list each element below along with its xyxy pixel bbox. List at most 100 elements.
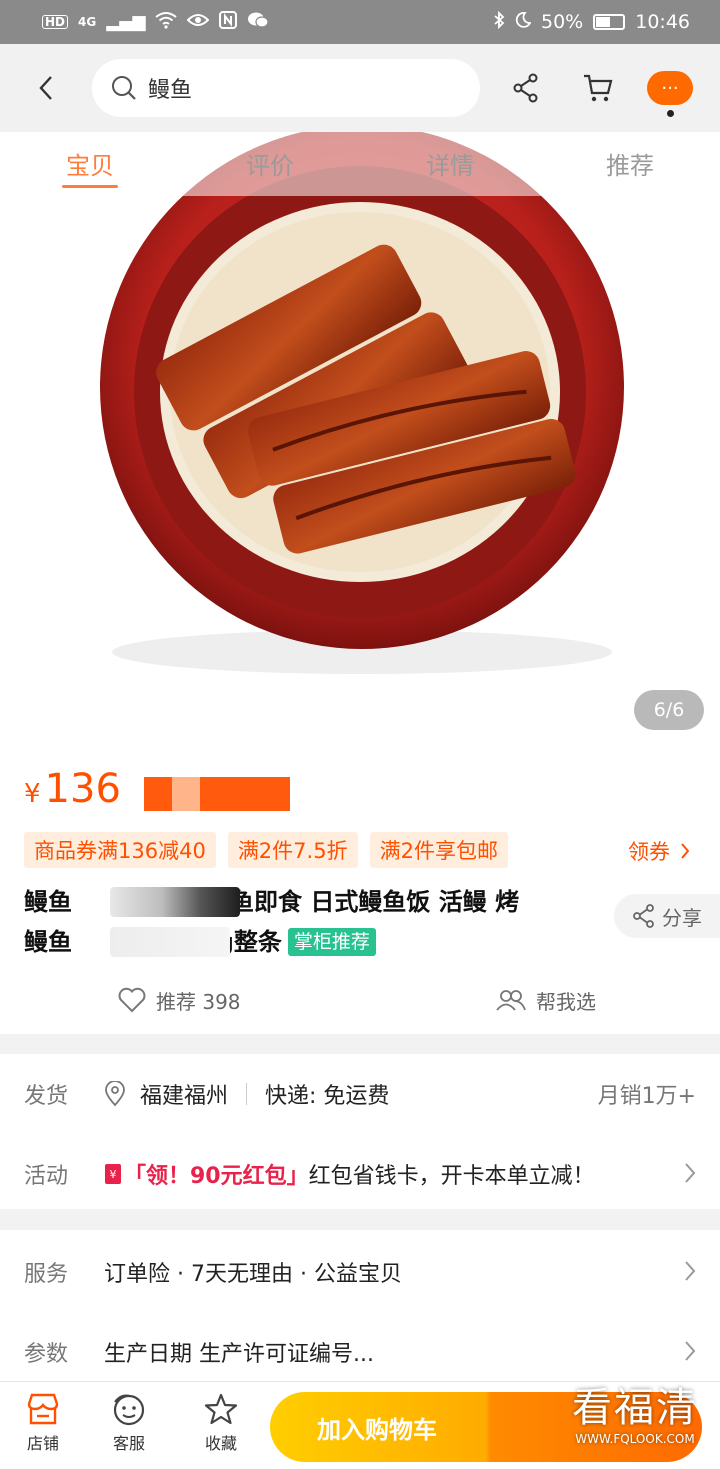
signal-icon: ▂▄▆ — [106, 11, 146, 32]
redacted-price-tag — [144, 777, 290, 811]
store-icon — [27, 1393, 59, 1425]
network-label: 4G — [78, 15, 97, 29]
search-query: 鳗鱼 — [148, 78, 193, 103]
recommend-button[interactable]: 推荐 398 — [118, 980, 241, 1020]
shopkeeper-recommend-badge: 掌柜推荐 — [287, 928, 376, 956]
share-nav-button[interactable] — [490, 44, 562, 132]
favorite-button[interactable]: 收藏 — [186, 1392, 256, 1454]
back-button[interactable] — [0, 44, 92, 132]
product-title: 鳗鱼 鳗鱼即食 日式鳗鱼饭 活鳗 烤 鳗鱼 0g整条 掌柜推荐 — [24, 882, 599, 962]
price-value: 136 — [44, 766, 121, 812]
add-to-cart-label: 加入购物车 — [317, 1415, 437, 1444]
bluetooth-icon — [493, 10, 505, 33]
status-left: HD 4G ▂▄▆ — [42, 11, 270, 33]
share-icon — [513, 73, 538, 103]
watermark-url: WWW.FQLOOK.COM — [575, 1432, 695, 1446]
wifi-icon — [155, 11, 178, 33]
service-row[interactable]: 服务 订单险 · 7天无理由 · 公益宝贝 — [0, 1232, 720, 1312]
product-info: ¥ 136 商品券满136减40 满2件7.5折 满2件享包邮 领券 鳗鱼 鳗鱼即… — [0, 752, 720, 1034]
product-image — [100, 132, 624, 674]
customer-service-label: 客服 — [112, 1434, 145, 1453]
moon-icon — [515, 12, 532, 32]
monthly-sales: 月销1万+ — [597, 1084, 696, 1109]
divider — [246, 1083, 248, 1105]
service-card: 服务 订单险 · 7天无理由 · 公益宝贝 参数 生产日期 生产许可证编号... — [0, 1230, 720, 1381]
customer-service-button[interactable]: 客服 — [94, 1392, 164, 1454]
share-icon — [633, 904, 654, 928]
params-text: 生产日期 生产许可证编号... — [104, 1342, 374, 1367]
tab-recommend[interactable]: 推荐 — [540, 132, 720, 196]
status-bar: HD 4G ▂▄▆ 50% 10:46 — [0, 0, 720, 44]
top-nav: 鳗鱼 ··· — [0, 44, 720, 132]
more-dots-icon: ··· — [647, 71, 693, 117]
help-me-choose-button[interactable]: 帮我选 — [496, 980, 596, 1020]
title-line2-start: 鳗鱼 — [24, 928, 72, 956]
hd-icon: HD — [42, 15, 69, 29]
clock: 10:46 — [635, 11, 690, 33]
recommend-count: 推荐 398 — [156, 989, 241, 1014]
shipping-fee: 快递: 免运费 — [265, 1084, 390, 1109]
chevron-right-icon — [681, 843, 690, 859]
battery-icon — [593, 14, 626, 30]
service-label: 服务 — [24, 1262, 69, 1287]
params-row[interactable]: 参数 生产日期 生产许可证编号... — [0, 1312, 720, 1392]
watermark-text: 看福清 — [572, 1385, 698, 1431]
share-label: 分享 — [662, 905, 702, 930]
chevron-right-icon — [685, 1163, 696, 1183]
more-button[interactable]: ··· — [634, 44, 706, 132]
activity-label: 活动 — [24, 1164, 69, 1189]
wechat-icon — [247, 11, 270, 33]
store-label: 店铺 — [26, 1434, 59, 1453]
watermark-logo: 看福清 WWW.FQLOOK.COM — [572, 1384, 698, 1446]
tab-reviews[interactable]: 评价 — [180, 132, 360, 196]
params-label: 参数 — [24, 1342, 69, 1367]
promo-chip[interactable]: 满2件7.5折 — [227, 832, 358, 868]
heart-icon — [118, 987, 146, 1013]
activity-row[interactable]: 活动 ¥ 「领！90元红包」 红包省钱卡，开卡本单立减！ — [0, 1134, 720, 1214]
chevron-right-icon — [685, 1341, 696, 1361]
cart-icon — [584, 74, 613, 102]
product-gallery[interactable]: 宝贝 评价 详情 推荐 6/6 — [0, 132, 720, 752]
get-coupon-link[interactable]: 领券 — [628, 836, 690, 866]
promo-chips: 商品券满136减40 满2件7.5折 满2件享包邮 — [24, 832, 508, 868]
help-label: 帮我选 — [536, 989, 596, 1014]
blurred-text — [110, 927, 230, 957]
star-icon — [204, 1393, 238, 1425]
promo-chip[interactable]: 商品券满136减40 — [24, 832, 216, 868]
blurred-text — [110, 887, 240, 917]
store-button[interactable]: 店铺 — [8, 1392, 78, 1454]
search-input[interactable]: 鳗鱼 — [92, 59, 480, 117]
shipping-card: 发货 福建福州 快递: 免运费 月销1万+ 活动 ¥ 「领！90元红包」 红包省… — [0, 1054, 720, 1209]
status-right: 50% 10:46 — [493, 10, 690, 33]
gallery-counter: 6/6 — [634, 690, 704, 730]
delivery-row[interactable]: 发货 福建福州 快递: 免运费 月销1万+ — [0, 1054, 720, 1134]
eye-icon — [187, 12, 210, 32]
customer-service-icon — [113, 1394, 145, 1426]
cart-nav-button[interactable] — [562, 44, 634, 132]
tab-details[interactable]: 详情 — [360, 132, 540, 196]
tab-baobei[interactable]: 宝贝 — [0, 132, 180, 196]
back-arrow-icon — [39, 76, 52, 100]
detail-tabs: 宝贝 评价 详情 推荐 — [0, 132, 720, 196]
people-icon — [496, 990, 526, 1011]
nfc-icon — [219, 11, 238, 33]
battery-percent: 50% — [541, 11, 584, 33]
favorite-label: 收藏 — [204, 1434, 237, 1453]
activity-text: 红包省钱卡，开卡本单立减！ — [308, 1164, 595, 1189]
location-pin-icon — [105, 1081, 125, 1107]
title-line1-end: 鳗鱼即食 日式鳗鱼饭 活鳗 烤 — [206, 888, 520, 916]
coupon-label: 领券 — [628, 840, 670, 864]
title-line1-start: 鳗鱼 — [24, 888, 72, 916]
delivery-location: 福建福州 — [140, 1084, 229, 1109]
price: ¥ 136 — [24, 766, 121, 812]
red-packet-tag: 「领！90元红包」 — [124, 1164, 309, 1189]
promo-chip[interactable]: 满2件享包邮 — [369, 832, 508, 868]
chevron-right-icon — [685, 1261, 696, 1281]
action-row: 推荐 398 帮我选 — [0, 980, 720, 1020]
search-icon — [112, 76, 136, 100]
share-button[interactable]: 分享 — [614, 894, 720, 938]
service-text: 订单险 · 7天无理由 · 公益宝贝 — [104, 1262, 402, 1287]
svg-text:¥: ¥ — [110, 1168, 117, 1181]
delivery-label: 发货 — [24, 1084, 69, 1109]
price-symbol: ¥ — [24, 779, 41, 809]
